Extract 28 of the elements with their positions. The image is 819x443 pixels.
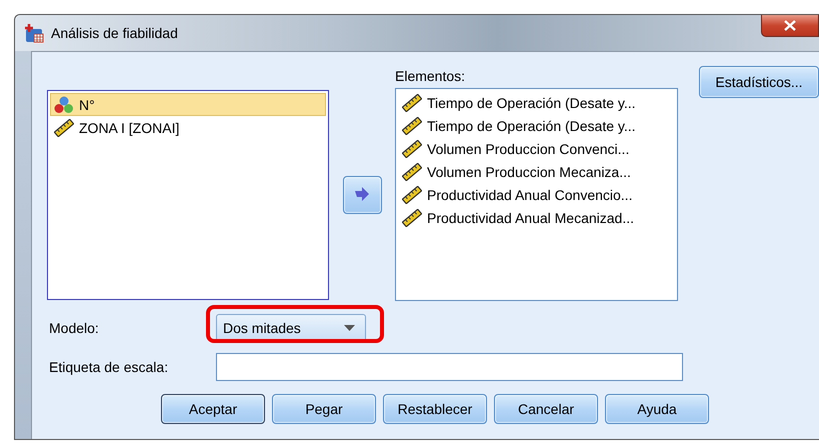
list-item[interactable]: Productividad Anual Mecanizad...: [398, 206, 675, 229]
list-item[interactable]: Volumen Produccion Mecaniza...: [398, 160, 675, 183]
close-icon: [784, 20, 796, 31]
list-item[interactable]: Productividad Anual Convencio...: [398, 183, 675, 206]
list-item[interactable]: Tiempo de Operación (Desate y...: [398, 91, 675, 114]
variable-item[interactable]: N°: [50, 93, 326, 116]
list-item[interactable]: Tiempo de Operación (Desate y...: [398, 114, 675, 137]
app-icon: [23, 23, 45, 43]
model-label: Modelo:: [49, 320, 100, 336]
scale-label: Etiqueta de escala:: [49, 359, 170, 375]
close-button[interactable]: [761, 15, 819, 37]
dialog-button[interactable]: Restablecer: [383, 394, 487, 424]
variable-item[interactable]: ZONA I [ZONAI]: [50, 116, 326, 139]
dialog-button[interactable]: Pegar: [272, 394, 376, 424]
arrow-icon: [354, 186, 370, 202]
dialog-button[interactable]: Ayuda: [605, 394, 709, 424]
variable-list[interactable]: N° ZONA I [ZONAI]: [47, 90, 329, 300]
list-item[interactable]: Volumen Produccion Convenci...: [398, 137, 675, 160]
window-title: Análisis de fiabilidad: [51, 25, 178, 41]
scale-label-field[interactable]: [216, 353, 683, 381]
move-button[interactable]: [342, 176, 382, 214]
dialog-button[interactable]: Cancelar: [494, 394, 598, 424]
dialog-button[interactable]: Aceptar: [161, 394, 265, 424]
statistics-button[interactable]: Estadísticos...: [699, 66, 819, 98]
caret-icon: [344, 325, 355, 331]
items-list[interactable]: Tiempo de Operación (Desate y... Tiempo de Operación (Desate y... Volumen Produccion Convenci... Volumen Produccion Mecaniza... Productividad Anual Convencio... Productividad Anual Mecanizad...: [395, 88, 678, 301]
nominal-icon: [54, 96, 74, 114]
items-label: Elementos:: [395, 68, 466, 86]
